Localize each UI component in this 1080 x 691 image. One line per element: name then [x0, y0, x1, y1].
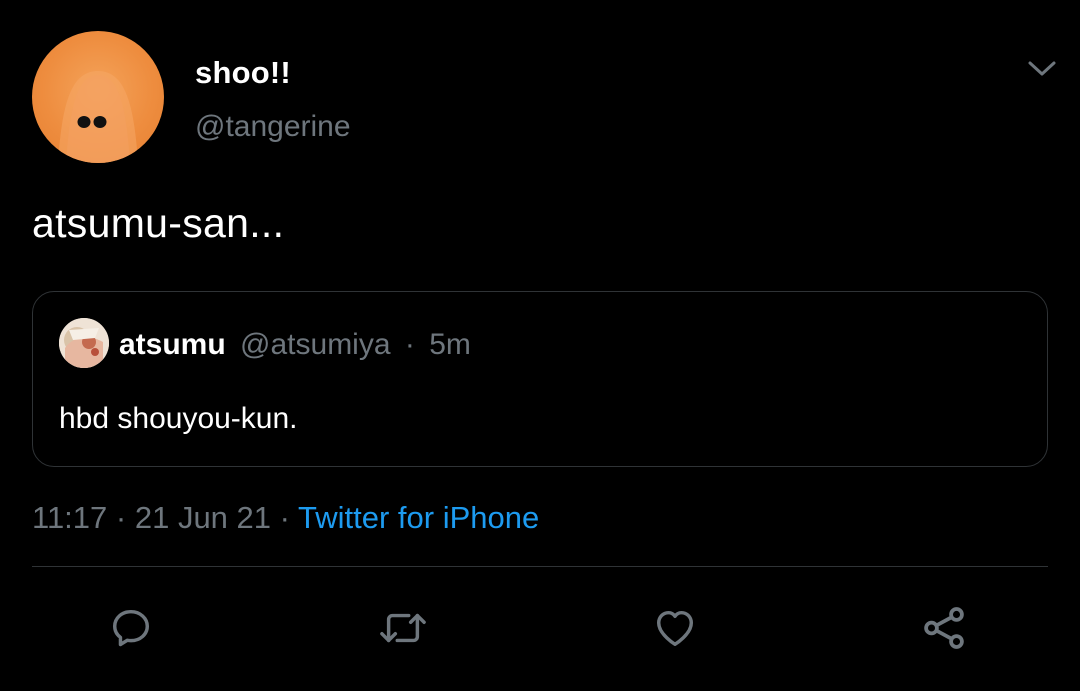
quoted-author-handle[interactable]: @atsumiya	[240, 328, 391, 361]
meta-separator: ·	[271, 500, 299, 535]
ghost-sheet-icon	[58, 71, 138, 163]
reply-button[interactable]	[103, 600, 159, 656]
tweet-detail: shoo!! @tangerine atsumu-san... atsumu @…	[0, 0, 1080, 691]
tweet-time: 11:17	[32, 500, 108, 535]
reply-icon	[112, 609, 150, 647]
tweet-meta: 11:17 · 21 Jun 21 · Twitter for iPhone	[32, 500, 539, 536]
quoted-author-name[interactable]: atsumu	[119, 328, 226, 361]
share-button[interactable]	[916, 600, 972, 656]
tweet-text: atsumu-san...	[32, 200, 285, 246]
retweet-button[interactable]	[375, 600, 431, 656]
quoted-tweet-header: atsumu @atsumiya · 5m	[119, 328, 471, 362]
share-icon	[924, 607, 964, 649]
meta-separator: ·	[107, 500, 135, 535]
quoted-tweet[interactable]: atsumu @atsumiya · 5m hbd shouyou-kun.	[32, 291, 1048, 467]
tweet-date: 21 Jun 21	[134, 500, 272, 535]
quoted-tweet-text: hbd shouyou-kun.	[59, 402, 298, 435]
more-options-chevron-down-icon[interactable]	[1022, 52, 1062, 86]
author-display-name[interactable]: shoo!!	[195, 55, 291, 91]
quoted-separator: ·	[404, 328, 415, 361]
author-avatar[interactable]	[32, 31, 164, 163]
like-button[interactable]	[647, 600, 703, 656]
retweet-icon	[380, 613, 426, 643]
anime-avatar-icon	[59, 318, 109, 368]
quoted-time: 5m	[429, 328, 471, 361]
tweet-source-link[interactable]: Twitter for iPhone	[298, 500, 539, 535]
quoted-author-avatar[interactable]	[59, 318, 109, 368]
heart-icon	[656, 610, 694, 647]
author-handle[interactable]: @tangerine	[195, 110, 351, 144]
divider	[32, 566, 1048, 567]
